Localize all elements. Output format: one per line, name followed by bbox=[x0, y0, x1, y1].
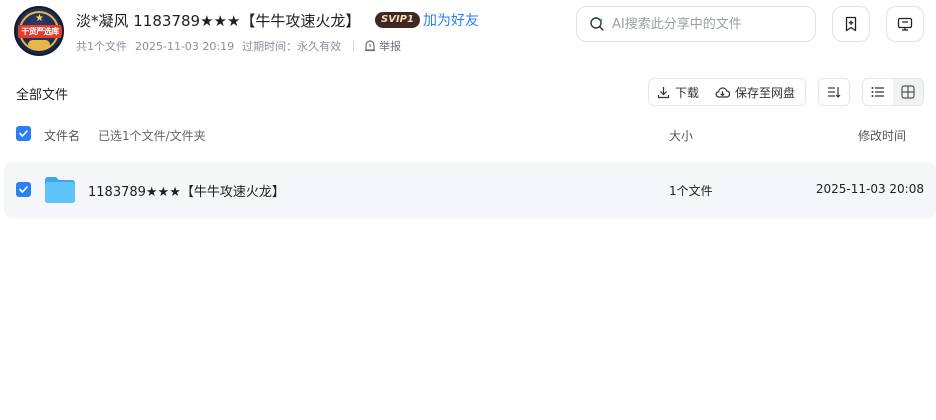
checkmark-icon bbox=[19, 186, 28, 193]
selection-count: 已选1个文件/文件夹 bbox=[98, 129, 206, 143]
file-name[interactable]: 1183789★★★【牛牛攻速火龙】 bbox=[88, 181, 285, 200]
folder-icon bbox=[45, 177, 75, 203]
cloud-save-icon bbox=[715, 86, 731, 98]
screen-button[interactable] bbox=[886, 6, 924, 42]
svip-badge: SVIP1 bbox=[375, 12, 420, 28]
bookmark-button[interactable] bbox=[832, 6, 870, 42]
checkmark-icon bbox=[19, 130, 28, 137]
report-label: 举报 bbox=[379, 40, 402, 53]
breadcrumb-all-files[interactable]: 全部文件 bbox=[16, 84, 68, 103]
expiry-info: 过期时间：永久有效 bbox=[242, 40, 342, 53]
grid-view-button[interactable] bbox=[893, 79, 923, 105]
save-to-netdisk-button[interactable]: 保存至网盘 bbox=[707, 79, 803, 105]
share-time: 2025-11-03 20:19 bbox=[135, 39, 235, 53]
search-box[interactable] bbox=[576, 6, 816, 42]
list-view-icon bbox=[871, 87, 884, 97]
file-mtime: 2025-11-03 20:08 bbox=[815, 182, 924, 196]
sharer-avatar[interactable]: ★ 干货严选库 bbox=[14, 6, 64, 56]
download-icon bbox=[657, 86, 670, 98]
column-header-mtime[interactable]: 修改时间 bbox=[858, 127, 906, 144]
report-button[interactable]: 举报 bbox=[364, 38, 409, 54]
bookmark-add-icon bbox=[845, 16, 857, 32]
search-input[interactable] bbox=[612, 16, 802, 32]
grid-view-icon bbox=[901, 85, 915, 99]
file-size: 1个文件 bbox=[669, 184, 713, 198]
download-button[interactable]: 下载 bbox=[649, 79, 707, 105]
table-row[interactable]: 1183789★★★【牛牛攻速火龙】 1个文件 2025-11-03 20:08 bbox=[4, 162, 936, 218]
select-all-checkbox[interactable] bbox=[16, 126, 31, 141]
sort-button[interactable] bbox=[818, 78, 850, 106]
sort-icon bbox=[828, 87, 841, 98]
ai-search-icon bbox=[590, 17, 604, 31]
avatar-star-icon: ★ bbox=[35, 13, 44, 24]
column-header-size[interactable]: 大小 bbox=[669, 127, 693, 144]
share-title: 淡*凝风 1183789★★★【牛牛攻速火龙】 bbox=[76, 12, 361, 30]
view-toggle bbox=[862, 78, 924, 106]
avatar-logo-text: 干货严选库 bbox=[18, 25, 62, 38]
list-view-button[interactable] bbox=[863, 79, 893, 105]
download-label: 下载 bbox=[675, 85, 700, 100]
share-meta: 共1个文件 2025-11-03 20:19 过期时间：永久有效 举报 bbox=[76, 38, 409, 54]
row-checkbox[interactable] bbox=[16, 182, 31, 197]
meta-divider bbox=[353, 41, 355, 51]
add-friend-link[interactable]: 加为好友 bbox=[423, 10, 479, 30]
column-header-name[interactable]: 文件名 bbox=[44, 127, 80, 144]
file-actions: 下载 保存至网盘 bbox=[648, 78, 806, 106]
save-label: 保存至网盘 bbox=[735, 85, 796, 100]
monitor-icon bbox=[897, 17, 913, 31]
report-icon bbox=[365, 40, 376, 52]
file-count: 共1个文件 bbox=[76, 40, 127, 53]
table-header: 文件名 已选1个文件/文件夹 大小 修改时间 bbox=[16, 126, 926, 144]
avatar-ribbon bbox=[28, 40, 50, 49]
